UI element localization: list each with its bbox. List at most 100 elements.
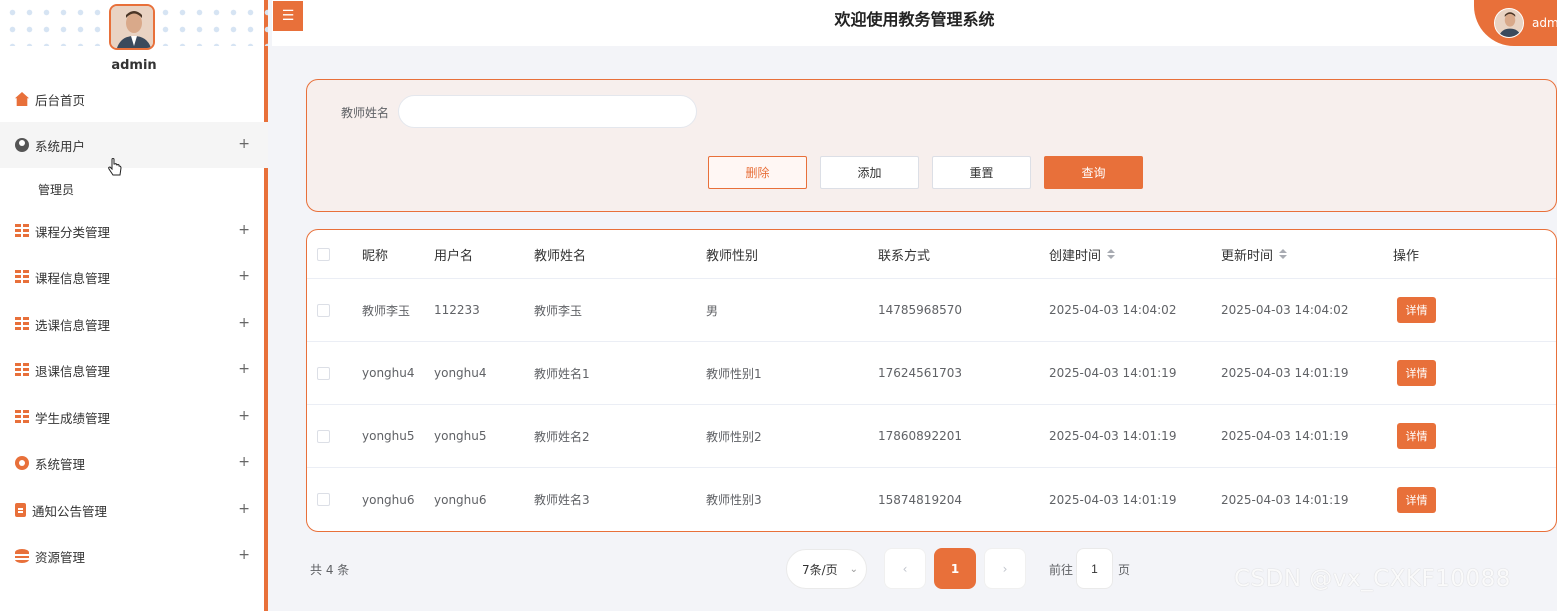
expand-icon[interactable]: +: [238, 315, 250, 331]
table-header-row: 昵称 用户名 教师姓名 教师性别 联系方式 创建时间 更新时间 操作: [307, 230, 1556, 279]
delete-button[interactable]: 删除: [708, 156, 807, 189]
sidebar-item-student-grades[interactable]: 学生成绩管理 +: [0, 394, 268, 440]
detail-button[interactable]: 详情: [1397, 297, 1436, 323]
sidebar-item-course-category[interactable]: 课程分类管理 +: [0, 208, 268, 254]
goto-prefix: 前往: [1049, 563, 1074, 577]
sidebar-item-label: 课程分类管理: [35, 224, 111, 240]
goto-page-input[interactable]: [1076, 548, 1113, 589]
table-row: yonghu4 yonghu4 教师姓名1 教师性别1 17624561703 …: [307, 342, 1556, 405]
grid-icon: [15, 363, 29, 377]
cell-updated: 2025-04-03 14:01:19: [1221, 492, 1349, 507]
chevron-down-icon: ⌄: [849, 564, 858, 575]
sidebar-avatar[interactable]: [109, 4, 155, 50]
sidebar-item-course-withdraw[interactable]: 退课信息管理 +: [0, 347, 268, 393]
sidebar-item-system-users[interactable]: 系统用户 +: [0, 122, 268, 168]
header-avatar: [1494, 8, 1524, 38]
select-all-checkbox[interactable]: [317, 247, 330, 261]
teacher-name-input[interactable]: [398, 95, 697, 128]
sidebar-item-notices[interactable]: 通知公告管理 +: [0, 487, 268, 533]
teacher-name-label: 教师姓名: [341, 106, 390, 120]
cell-updated: 2025-04-03 14:04:02: [1221, 303, 1349, 317]
add-button[interactable]: 添加: [820, 156, 919, 189]
column-header: 用户名: [434, 248, 474, 264]
action-cell: 详情: [1397, 279, 1436, 341]
avatar-photo-icon: [111, 6, 153, 48]
column-header: 操作: [1393, 248, 1420, 264]
cell-username: 112233: [434, 303, 480, 317]
next-page-button[interactable]: ›: [984, 548, 1026, 589]
sidebar-item-course-info[interactable]: 课程信息管理 +: [0, 254, 268, 300]
document-icon: [15, 503, 26, 517]
expand-icon[interactable]: +: [238, 501, 250, 517]
sidebar-subitem-admin[interactable]: 管理员: [0, 169, 268, 209]
sidebar-item-label: 系统管理: [35, 456, 86, 472]
cell-created: 2025-04-03 14:01:19: [1049, 429, 1177, 443]
sidebar-item-home[interactable]: 后台首页: [0, 76, 268, 122]
mouse-cursor-icon: [108, 158, 122, 182]
total-count: 共 4 条: [310, 563, 350, 577]
sidebar-item-label: 退课信息管理: [35, 363, 111, 379]
row-checkbox[interactable]: [317, 429, 330, 443]
cell-nickname: yonghu4: [362, 366, 415, 380]
sort-icon[interactable]: [1279, 249, 1288, 259]
cell-teacher-name: 教师姓名2: [534, 429, 590, 444]
expand-icon[interactable]: +: [238, 136, 250, 152]
action-cell: 详情: [1397, 342, 1436, 404]
row-checkbox[interactable]: [317, 493, 330, 506]
detail-button[interactable]: 详情: [1397, 360, 1436, 386]
cell-username: yonghu4: [434, 366, 487, 380]
gear-icon: [15, 456, 29, 470]
select-all-cell: [317, 230, 330, 278]
expand-icon[interactable]: +: [238, 454, 250, 470]
action-cell: 详情: [1397, 468, 1436, 531]
row-select-cell: [317, 279, 330, 341]
column-header-updated[interactable]: 更新时间: [1221, 230, 1288, 278]
row-select-cell: [317, 342, 330, 404]
prev-page-button[interactable]: ‹: [884, 548, 926, 589]
sidebar: admin 后台首页 系统用户 + 管理员 课程分类管理 + 课程信息管理 + …: [0, 0, 268, 611]
sidebar-item-resources[interactable]: 资源管理 +: [0, 533, 268, 579]
database-icon: [15, 549, 29, 563]
data-table: 昵称 用户名 教师姓名 教师性别 联系方式 创建时间 更新时间 操作 教师李玉 …: [306, 229, 1557, 532]
query-button[interactable]: 查询: [1044, 156, 1143, 189]
column-header-label: 创建时间: [1049, 248, 1102, 264]
page-number-button[interactable]: 1: [934, 548, 976, 589]
expand-icon[interactable]: +: [238, 547, 250, 563]
home-icon: [15, 92, 29, 106]
expand-icon[interactable]: +: [238, 361, 250, 377]
cell-username: yonghu6: [434, 492, 487, 507]
cell-nickname: yonghu5: [362, 429, 415, 443]
expand-icon[interactable]: +: [238, 408, 250, 424]
cell-teacher-name: 教师姓名3: [534, 493, 590, 507]
header-user-menu[interactable]: admin: [1474, 0, 1557, 46]
table-row: yonghu5 yonghu5 教师姓名2 教师性别2 17860892201 …: [307, 405, 1556, 468]
detail-button[interactable]: 详情: [1397, 486, 1436, 513]
row-select-cell: [317, 405, 330, 467]
cell-gender: 男: [706, 303, 719, 318]
cell-updated: 2025-04-03 14:01:19: [1221, 366, 1349, 380]
cell-gender: 教师性别3: [706, 493, 762, 507]
expand-icon[interactable]: +: [238, 268, 250, 284]
header-username: admin: [1532, 16, 1557, 30]
sidebar-item-course-selection[interactable]: 选课信息管理 +: [0, 301, 268, 347]
table-row: yonghu6 yonghu6 教师姓名3 教师性别3 15874819204 …: [307, 468, 1556, 531]
sidebar-item-label: 后台首页: [35, 92, 86, 108]
reset-button[interactable]: 重置: [932, 156, 1031, 189]
cell-updated: 2025-04-03 14:01:19: [1221, 429, 1349, 443]
detail-button[interactable]: 详情: [1397, 423, 1436, 449]
grid-icon: [15, 410, 29, 424]
search-panel: 教师姓名 删除 添加 重置 查询: [306, 79, 1557, 212]
row-select-cell: [317, 468, 330, 531]
row-checkbox[interactable]: [317, 303, 330, 317]
table-row: 教师李玉 112233 教师李玉 男 14785968570 2025-04-0…: [307, 279, 1556, 342]
cell-nickname: yonghu6: [362, 492, 415, 507]
cell-phone: 17860892201: [878, 429, 962, 443]
sidebar-item-label: 学生成绩管理: [35, 410, 111, 426]
expand-icon[interactable]: +: [238, 222, 250, 238]
sort-icon[interactable]: [1107, 249, 1116, 259]
sidebar-item-system-management[interactable]: 系统管理 +: [0, 440, 268, 486]
cell-teacher-name: 教师李玉: [534, 303, 583, 318]
row-checkbox[interactable]: [317, 366, 330, 380]
column-header-created[interactable]: 创建时间: [1049, 230, 1116, 278]
page-size-select[interactable]: 7条/页 ⌄: [786, 549, 867, 589]
